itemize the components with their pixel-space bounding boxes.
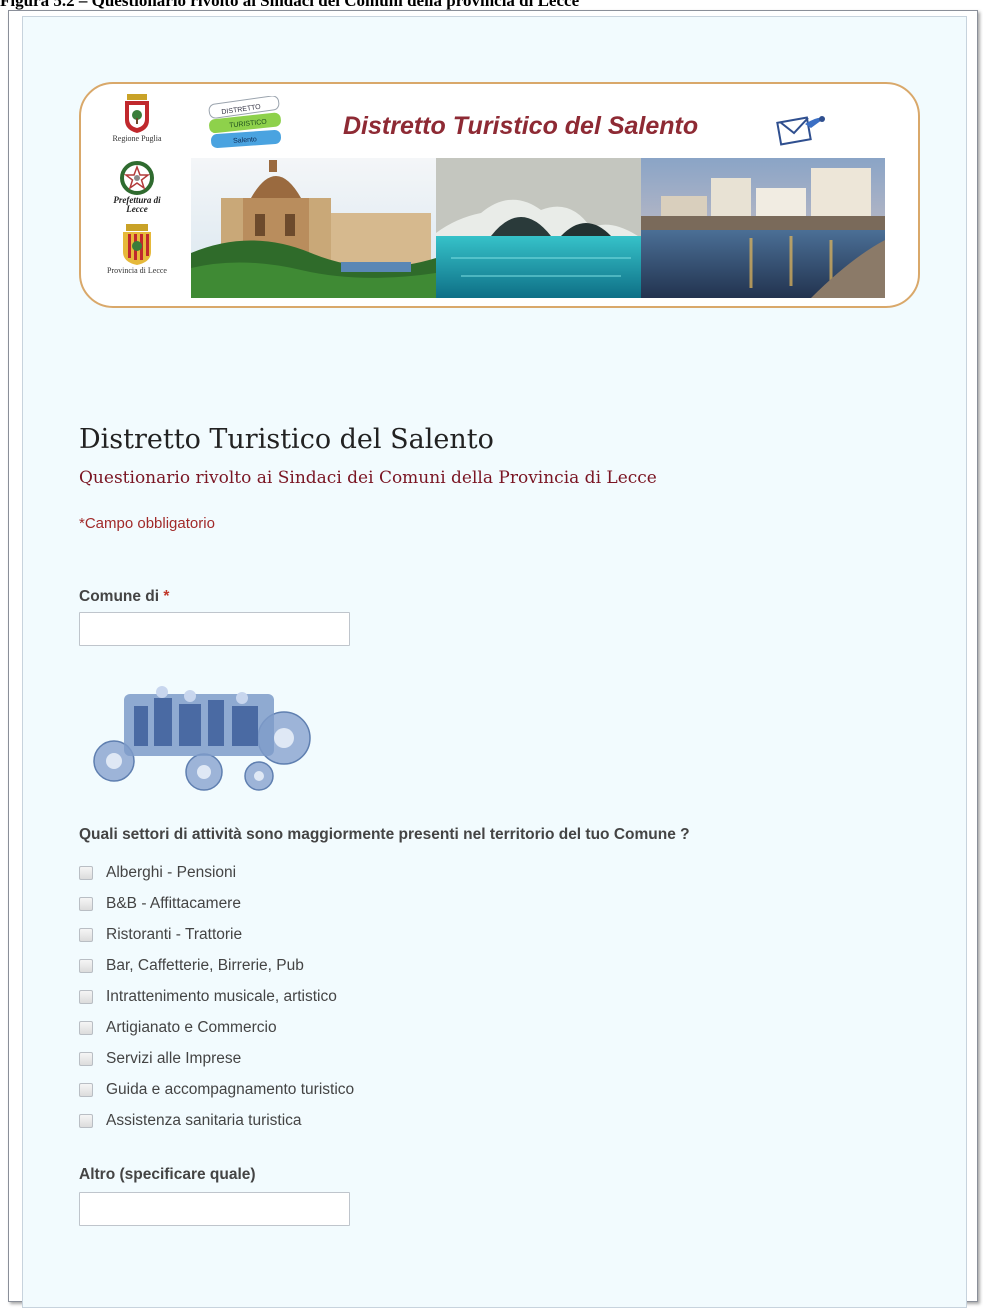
option-assistenza-sanitaria[interactable]: Assistenza sanitaria turistica	[79, 1105, 499, 1136]
provincia-lecce-crest-icon	[123, 224, 151, 265]
sectors-options: Alberghi - Pensioni B&B - Affittacamere …	[79, 857, 499, 1136]
checkbox[interactable]	[79, 958, 93, 973]
sectors-question: Quali settori di attività sono maggiorme…	[79, 826, 690, 843]
checkbox[interactable]	[79, 865, 93, 880]
logo-caption-provincia: Provincia di Lecce	[107, 266, 167, 275]
comune-input[interactable]	[79, 612, 350, 646]
logo-caption-regione: Regione Puglia	[112, 134, 162, 143]
option-bnb[interactable]: B&B - Affittacamere	[79, 888, 499, 919]
mail-icon	[776, 116, 825, 146]
salento-landscape-illustration	[191, 158, 885, 298]
checkbox[interactable]	[79, 1020, 93, 1035]
checkbox[interactable]	[79, 927, 93, 942]
option-alberghi[interactable]: Alberghi - Pensioni	[79, 857, 499, 888]
option-label: B&B - Affittacamere	[106, 894, 241, 912]
comune-label: Comune di *	[79, 588, 169, 606]
option-label: Artigianato e Commercio	[106, 1018, 277, 1036]
option-label: Ristoranti - Trattorie	[106, 925, 243, 943]
option-label: Alberghi - Pensioni	[106, 863, 237, 881]
regione-puglia-emblem-icon	[125, 94, 149, 133]
required-field-note: *Campo obbligatorio	[79, 515, 215, 532]
institution-logos: Regione Puglia Prefettura di Lecce Provi…	[81, 84, 193, 306]
option-label: Intrattenimento musicale, artistico	[106, 987, 337, 1005]
italian-republic-emblem-icon	[120, 161, 154, 195]
checkbox[interactable]	[79, 1113, 93, 1128]
required-mark: *	[163, 588, 170, 605]
salento-photo-collage	[191, 158, 885, 298]
checkbox[interactable]	[79, 989, 93, 1004]
option-label: Assistenza sanitaria turistica	[106, 1111, 302, 1129]
option-intrattenimento[interactable]: Intrattenimento musicale, artistico	[79, 981, 499, 1012]
banner-title: Distretto Turistico del Salento	[343, 112, 699, 140]
option-label: Bar, Caffetterie, Birrerie, Pub	[106, 956, 304, 974]
form-title: Distretto Turistico del Salento	[79, 424, 494, 455]
prefettura-logo: Prefettura di Lecce	[105, 160, 169, 214]
regione-puglia-logo: Regione Puglia	[105, 94, 169, 143]
option-ristoranti[interactable]: Ristoranti - Trattorie	[79, 919, 499, 950]
option-guida-turistica[interactable]: Guida e accompagnamento turistico	[79, 1074, 499, 1105]
option-label: Servizi alle Imprese	[106, 1049, 242, 1067]
comune-label-text: Comune di	[79, 588, 160, 605]
checkbox[interactable]	[79, 896, 93, 911]
option-bar[interactable]: Bar, Caffetterie, Birrerie, Pub	[79, 950, 499, 981]
checkbox[interactable]	[79, 1082, 93, 1097]
gears-illustration-icon	[93, 686, 311, 791]
checkbox[interactable]	[79, 1051, 93, 1066]
option-label: Guida e accompagnamento turistico	[106, 1080, 355, 1098]
logo-caption-prefettura: Prefettura di Lecce	[113, 195, 161, 214]
form-subtitle: Questionario rivolto ai Sindaci dei Comu…	[79, 468, 657, 488]
distretto-turistico-badge-icon: DISTRETTO TURISTICO Salento	[208, 96, 281, 149]
option-artigianato[interactable]: Artigianato e Commercio	[79, 1012, 499, 1043]
provincia-lecce-logo: Provincia di Lecce	[105, 224, 169, 275]
header-banner: Regione Puglia Prefettura di Lecce Provi…	[79, 82, 920, 308]
option-servizi-imprese[interactable]: Servizi alle Imprese	[79, 1043, 499, 1074]
altro-input[interactable]	[79, 1192, 350, 1226]
altro-label: Altro (specificare quale)	[79, 1166, 256, 1183]
